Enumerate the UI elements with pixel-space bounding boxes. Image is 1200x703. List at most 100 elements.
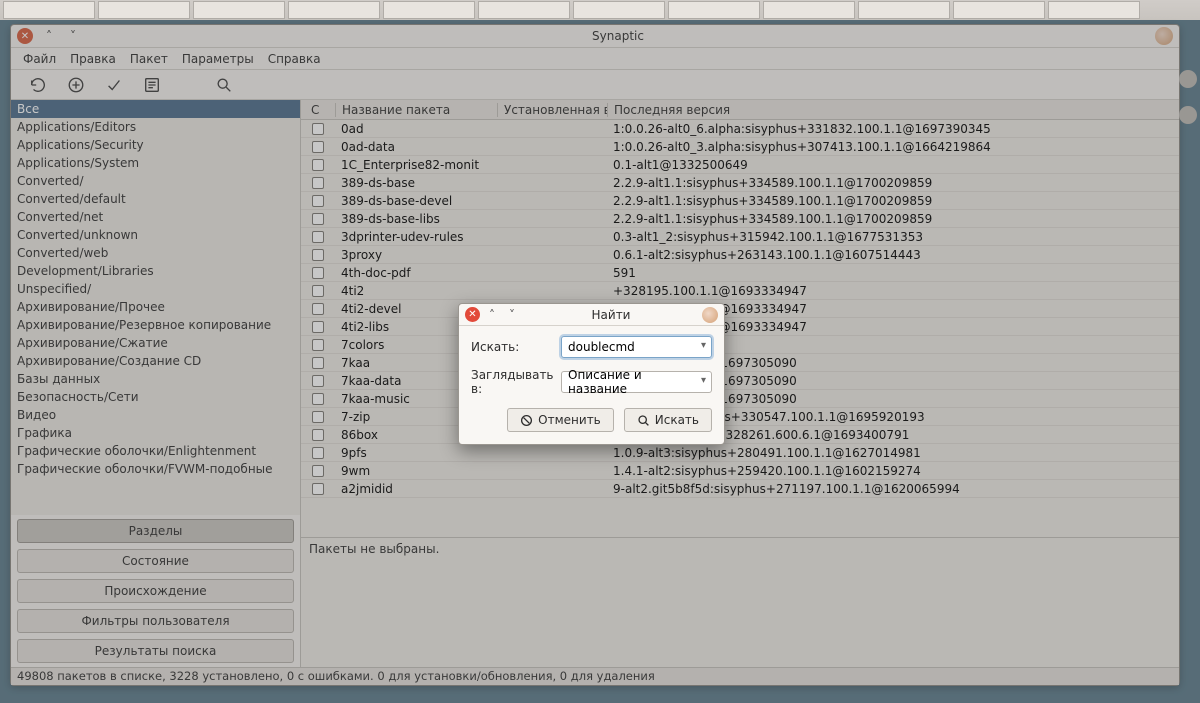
task-thumb[interactable] (288, 1, 380, 19)
maximize-icon[interactable]: ˄ (484, 307, 500, 323)
package-table[interactable]: С Название пакета Установленная верс Пос… (301, 100, 1179, 537)
task-thumb[interactable] (763, 1, 855, 19)
menu-file[interactable]: Файл (23, 52, 56, 66)
category-item[interactable]: Applications/System (11, 154, 300, 172)
category-item[interactable]: Архивирование/Создание CD (11, 352, 300, 370)
col-installed[interactable]: Установленная верс (497, 103, 607, 117)
table-row[interactable]: a2jmidid9-alt2.git5b8f5d:sisyphus+271197… (301, 480, 1179, 498)
cancel-button[interactable]: Отменить (507, 408, 614, 432)
menu-help[interactable]: Справка (268, 52, 321, 66)
search-input[interactable] (561, 336, 712, 358)
table-row[interactable]: 9wm1.4.1-alt2:sisyphus+259420.100.1.1@16… (301, 462, 1179, 480)
table-row[interactable]: 4ti2-devel+328195.100.1.1@1693334947 (301, 300, 1179, 318)
properties-icon[interactable] (143, 76, 161, 94)
status-checkbox[interactable] (301, 411, 335, 423)
category-item[interactable]: Applications/Security (11, 136, 300, 154)
table-row[interactable]: 4th-doc-pdf591 (301, 264, 1179, 282)
tray-icon[interactable] (1179, 106, 1197, 124)
category-item[interactable]: Базы данных (11, 370, 300, 388)
category-item[interactable]: Графические оболочки/FVWM-подобные (11, 460, 300, 478)
category-item[interactable]: Converted/default (11, 190, 300, 208)
category-item[interactable]: Applications/Editors (11, 118, 300, 136)
category-item[interactable]: Графика (11, 424, 300, 442)
table-row[interactable]: 3dprinter-udev-rules0.3-alt1_2:sisyphus+… (301, 228, 1179, 246)
status-checkbox[interactable] (301, 195, 335, 207)
table-row[interactable]: 4ti2+328195.100.1.1@1693334947 (301, 282, 1179, 300)
category-item[interactable]: Converted/net (11, 208, 300, 226)
category-item[interactable]: Converted/web (11, 244, 300, 262)
status-checkbox[interactable] (301, 303, 335, 315)
task-thumb[interactable] (573, 1, 665, 19)
reload-icon[interactable] (29, 76, 47, 94)
table-row[interactable]: 0ad-data1:0.0.26-alt0_3.alpha:sisyphus+3… (301, 138, 1179, 156)
filter-sections-button[interactable]: Разделы (17, 519, 294, 543)
table-row[interactable]: 86box4.0-alt1:sisyphus+328261.600.6.1@16… (301, 426, 1179, 444)
table-row[interactable]: 7colors326 (301, 336, 1179, 354)
table-row[interactable]: 1C_Enterprise82-monit0.1-alt1@1332500649 (301, 156, 1179, 174)
table-row[interactable]: 9pfs1.0.9-alt3:sisyphus+280491.100.1.1@1… (301, 444, 1179, 462)
category-item[interactable]: Все (11, 100, 300, 118)
search-icon[interactable] (215, 76, 233, 94)
search-button[interactable]: Искать (624, 408, 712, 432)
category-item[interactable]: Архивирование/Резервное копирование (11, 316, 300, 334)
col-status[interactable]: С (301, 103, 335, 117)
category-item[interactable]: Графические оболочки/Enlightenment (11, 442, 300, 460)
col-name[interactable]: Название пакета (335, 103, 497, 117)
maximize-icon[interactable]: ˄ (41, 28, 57, 44)
mark-upgrades-icon[interactable] (67, 76, 85, 94)
category-item[interactable]: Архивирование/Прочее (11, 298, 300, 316)
category-item[interactable]: Видео (11, 406, 300, 424)
status-checkbox[interactable] (301, 249, 335, 261)
task-thumb[interactable] (668, 1, 760, 19)
status-checkbox[interactable] (301, 465, 335, 477)
menu-settings[interactable]: Параметры (182, 52, 254, 66)
apply-icon[interactable] (105, 76, 123, 94)
task-thumb[interactable] (478, 1, 570, 19)
status-checkbox[interactable] (301, 429, 335, 441)
tray-icon[interactable] (1179, 70, 1197, 88)
minimize-icon[interactable]: ˅ (504, 307, 520, 323)
status-checkbox[interactable] (301, 375, 335, 387)
task-thumb[interactable] (1048, 1, 1140, 19)
table-row[interactable]: 7-zip23.01-alt1:sisyphus+330547.100.1.1@… (301, 408, 1179, 426)
lookin-select[interactable]: Описание и название (561, 371, 712, 393)
table-row[interactable]: 0ad1:0.0.26-alt0_6.alpha:sisyphus+331832… (301, 120, 1179, 138)
category-list[interactable]: ВсеApplications/EditorsApplications/Secu… (11, 100, 300, 515)
table-row[interactable]: 7kaa-music331805.100.1.1@1697305090 (301, 390, 1179, 408)
menu-edit[interactable]: Правка (70, 52, 116, 66)
filter-origin-button[interactable]: Происхождение (17, 579, 294, 603)
titlebar[interactable]: ✕ ˄ ˅ Synaptic (11, 25, 1179, 48)
task-thumb[interactable] (193, 1, 285, 19)
status-checkbox[interactable] (301, 267, 335, 279)
task-thumb[interactable] (953, 1, 1045, 19)
status-checkbox[interactable] (301, 447, 335, 459)
task-thumb[interactable] (3, 1, 95, 19)
status-checkbox[interactable] (301, 321, 335, 333)
minimize-icon[interactable]: ˅ (65, 28, 81, 44)
status-checkbox[interactable] (301, 213, 335, 225)
close-icon[interactable]: ✕ (17, 28, 33, 44)
status-checkbox[interactable] (301, 123, 335, 135)
table-row[interactable]: 389-ds-base-libs2.2.9-alt1.1:sisyphus+33… (301, 210, 1179, 228)
filter-results-button[interactable]: Результаты поиска (17, 639, 294, 663)
task-thumb[interactable] (858, 1, 950, 19)
table-row[interactable]: 3proxy0.6.1-alt2:sisyphus+263143.100.1.1… (301, 246, 1179, 264)
status-checkbox[interactable] (301, 339, 335, 351)
status-checkbox[interactable] (301, 159, 335, 171)
status-checkbox[interactable] (301, 285, 335, 297)
table-row[interactable]: 7kaa-data331805.100.1.1@1697305090 (301, 372, 1179, 390)
status-checkbox[interactable] (301, 231, 335, 243)
task-thumb[interactable] (98, 1, 190, 19)
status-checkbox[interactable] (301, 483, 335, 495)
task-thumb[interactable] (383, 1, 475, 19)
category-item[interactable]: Converted/ (11, 172, 300, 190)
status-checkbox[interactable] (301, 141, 335, 153)
status-checkbox[interactable] (301, 357, 335, 369)
dialog-titlebar[interactable]: ✕ ˄ ˅ Найти (459, 304, 724, 326)
table-row[interactable]: 389-ds-base-devel2.2.9-alt1.1:sisyphus+3… (301, 192, 1179, 210)
category-item[interactable]: Development/Libraries (11, 262, 300, 280)
table-row[interactable]: 7kaa331805.100.1.1@1697305090 (301, 354, 1179, 372)
status-checkbox[interactable] (301, 393, 335, 405)
table-row[interactable]: 4ti2-libs+328195.100.1.1@1693334947 (301, 318, 1179, 336)
filter-user-button[interactable]: Фильтры пользователя (17, 609, 294, 633)
